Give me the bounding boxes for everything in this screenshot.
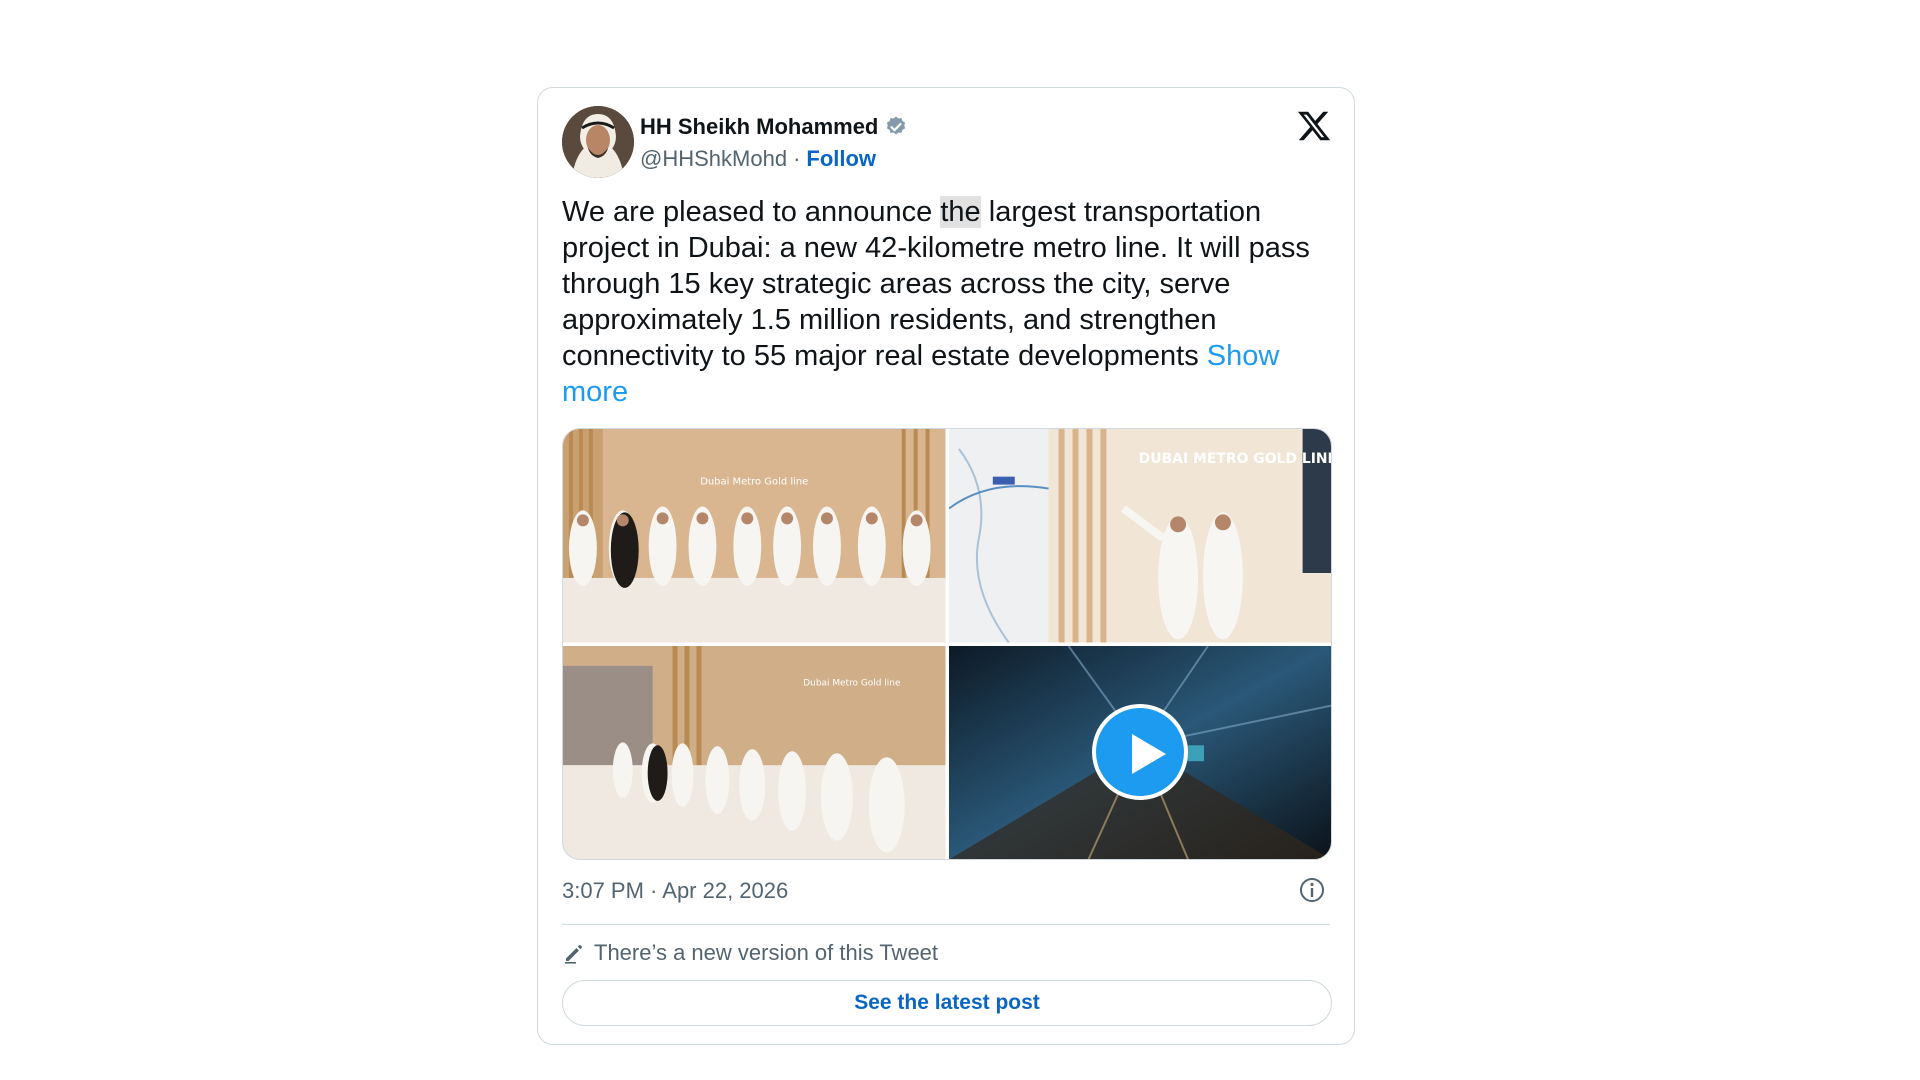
author-name-row: HH Sheikh Mohammed: [640, 114, 908, 140]
photo-3-sign: Dubai Metro Gold line: [803, 678, 901, 688]
author-handle-row: @HHShkMohd · Follow: [640, 146, 876, 172]
media-grid: Dubai Metro Gold line DUBAI METRO GOLD L…: [562, 428, 1332, 860]
photo-1-sign: Dubai Metro Gold line: [700, 477, 808, 488]
new-version-text: There’s a new version of this Tweet: [594, 940, 939, 965]
author-avatar[interactable]: [562, 106, 634, 178]
tweet-timestamp[interactable]: 3:07 PM · Apr 22, 2026: [562, 878, 788, 904]
handle-separator: ·: [793, 146, 801, 171]
author-name[interactable]: HH Sheikh Mohammed: [640, 114, 878, 140]
media-photo-1[interactable]: Dubai Metro Gold line: [563, 429, 946, 643]
see-latest-post-button[interactable]: See the latest post: [562, 980, 1332, 1026]
photo-2-sign: DUBAI METRO GOLD LINE: [1138, 451, 1331, 467]
x-logo-icon[interactable]: [1296, 108, 1332, 144]
tweet-text-part: We are pleased to announce: [562, 196, 941, 228]
tweet-text: We are pleased to announce the largest t…: [562, 194, 1342, 410]
media-video[interactable]: [948, 645, 1331, 859]
new-version-notice: There’s a new version of this Tweet: [562, 940, 938, 966]
verified-badge-icon: [884, 115, 908, 139]
author-handle[interactable]: @HHShkMohd: [640, 146, 787, 172]
tweet-text-highlight: the: [940, 196, 981, 228]
divider: [562, 924, 1330, 925]
pencil-icon: [562, 941, 586, 965]
media-photo-2[interactable]: DUBAI METRO GOLD LINE: [948, 429, 1331, 643]
info-icon[interactable]: [1298, 876, 1326, 904]
play-icon[interactable]: [1091, 704, 1188, 801]
follow-button[interactable]: Follow: [806, 146, 876, 172]
tweet-embed-card: HH Sheikh Mohammed @HHShkMohd · Follow W…: [537, 87, 1355, 1045]
media-photo-3[interactable]: Dubai Metro Gold line: [563, 645, 946, 859]
